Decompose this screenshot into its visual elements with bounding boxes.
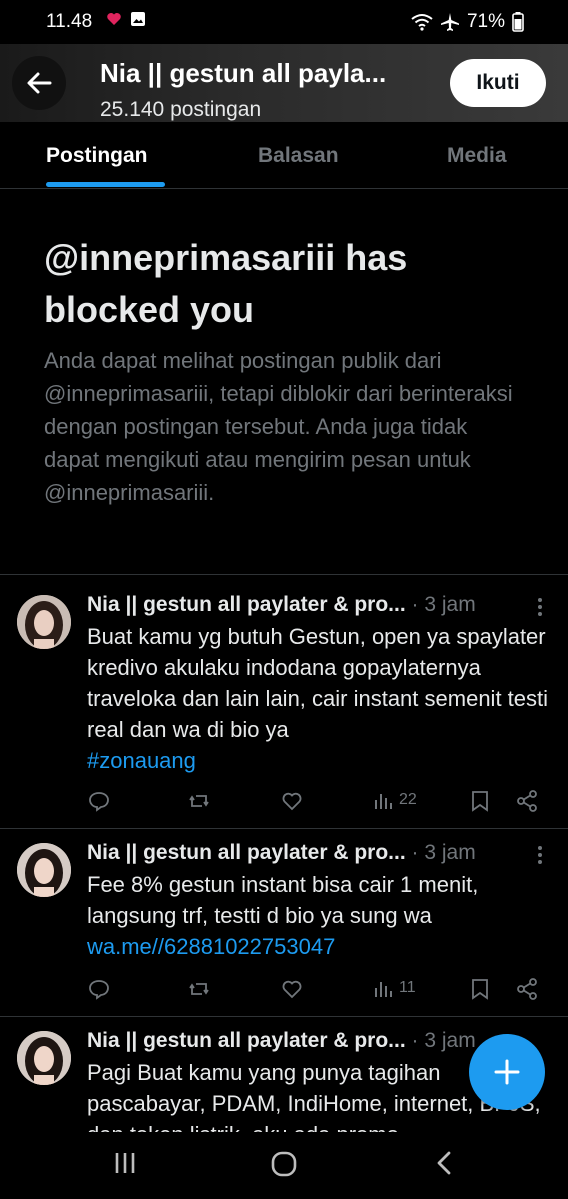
reply-button[interactable] — [87, 977, 111, 1001]
post-header: Nia || gestun all paylater & pro... · 3 … — [87, 1029, 476, 1053]
post-author[interactable]: Nia || gestun all paylater & pro... — [87, 841, 406, 864]
more-options-icon[interactable] — [528, 595, 552, 619]
post-time: · 3 jam — [411, 1029, 476, 1052]
battery-percent: 71% — [466, 11, 505, 32]
battery-icon — [512, 12, 524, 32]
active-tab-indicator — [46, 182, 165, 187]
wa-link[interactable]: wa.me//62881022753047 — [87, 934, 335, 959]
post-text: Buat kamu yg butuh Gestun, open ya spayl… — [87, 624, 549, 773]
status-time: 11.48 — [46, 11, 93, 32]
repost-icon — [189, 983, 209, 995]
views-button[interactable]: 11 — [373, 977, 416, 999]
arrow-left-icon — [27, 72, 52, 94]
recent-apps-icon[interactable] — [112, 1150, 138, 1176]
repost-icon — [189, 795, 209, 807]
repost-button[interactable] — [187, 977, 211, 1001]
post-time: · 3 jam — [411, 841, 476, 864]
home-icon[interactable] — [270, 1150, 298, 1178]
back-nav-icon[interactable] — [432, 1150, 458, 1176]
profile-header: Nia || gestun all payla... 25.140 postin… — [0, 44, 568, 122]
post-author[interactable]: Nia || gestun all paylater & pro... — [87, 1029, 406, 1052]
post-item[interactable]: Nia || gestun all paylater & pro... · 3 … — [0, 828, 568, 1017]
back-button[interactable] — [12, 56, 66, 110]
post-header: Nia || gestun all paylater & pro... · 3 … — [87, 593, 476, 617]
share-icon — [517, 978, 537, 1000]
tab-media[interactable]: Media — [447, 144, 507, 168]
profile-tabs: Postingan Balasan Media — [0, 122, 568, 189]
airplane-mode-icon — [440, 13, 459, 31]
post-header: Nia || gestun all paylater & pro... · 3 … — [87, 841, 476, 865]
tab-posts[interactable]: Postingan — [46, 144, 148, 168]
plus-icon — [494, 1059, 520, 1085]
like-button[interactable] — [280, 977, 304, 1001]
like-button[interactable] — [280, 789, 304, 813]
views-icon — [375, 982, 392, 997]
views-count: 22 — [399, 791, 417, 808]
status-notification-icons — [106, 11, 146, 27]
more-options-icon[interactable] — [528, 843, 552, 867]
post-text: Fee 8% gestun instant bisa cair 1 menit,… — [87, 872, 479, 959]
bookmark-icon — [472, 791, 488, 812]
blocked-title: @inneprimasariii has blocked you — [44, 237, 408, 330]
heart-icon — [282, 792, 302, 811]
profile-name: Nia || gestun all payla... — [100, 58, 387, 88]
avatar-image — [17, 1031, 71, 1085]
views-count: 11 — [399, 979, 416, 996]
gallery-notification-icon — [131, 12, 145, 26]
status-bar: 11.48 71% — [0, 0, 568, 44]
share-button[interactable] — [515, 977, 539, 1001]
share-button[interactable] — [515, 789, 539, 813]
repost-button[interactable] — [187, 789, 211, 813]
bookmark-button[interactable] — [469, 789, 491, 813]
reply-icon — [89, 980, 109, 1000]
post-time: · 3 jam — [411, 593, 476, 616]
views-icon — [375, 794, 392, 809]
post-actions: 22 — [87, 789, 557, 813]
heart-icon — [282, 980, 302, 999]
post-actions: 11 — [87, 977, 557, 1001]
heart-notification-icon — [107, 13, 121, 25]
avatar[interactable] — [17, 843, 71, 897]
tab-replies[interactable]: Balasan — [258, 144, 339, 168]
avatar-image — [17, 595, 71, 649]
reply-button[interactable] — [87, 789, 111, 813]
follow-button[interactable]: Ikuti — [450, 59, 546, 107]
bookmark-button[interactable] — [469, 977, 491, 1001]
hashtag-link[interactable]: #zonauang — [87, 748, 196, 773]
compose-button[interactable] — [469, 1034, 545, 1110]
avatar-image — [17, 843, 71, 897]
avatar[interactable] — [17, 1031, 71, 1085]
reply-icon — [89, 792, 109, 812]
post-count: 25.140 postingan — [100, 98, 262, 121]
blocked-description: Anda dapat melihat postingan publik dari… — [44, 348, 513, 505]
system-nav-bar — [0, 1132, 568, 1199]
wifi-icon — [411, 14, 433, 31]
post-author[interactable]: Nia || gestun all paylater & pro... — [87, 593, 406, 616]
bookmark-icon — [472, 979, 488, 1000]
avatar[interactable] — [17, 595, 71, 649]
views-button[interactable]: 22 — [373, 789, 417, 811]
share-icon — [517, 790, 537, 812]
post-item[interactable]: Nia || gestun all paylater & pro... · 3 … — [0, 574, 568, 829]
